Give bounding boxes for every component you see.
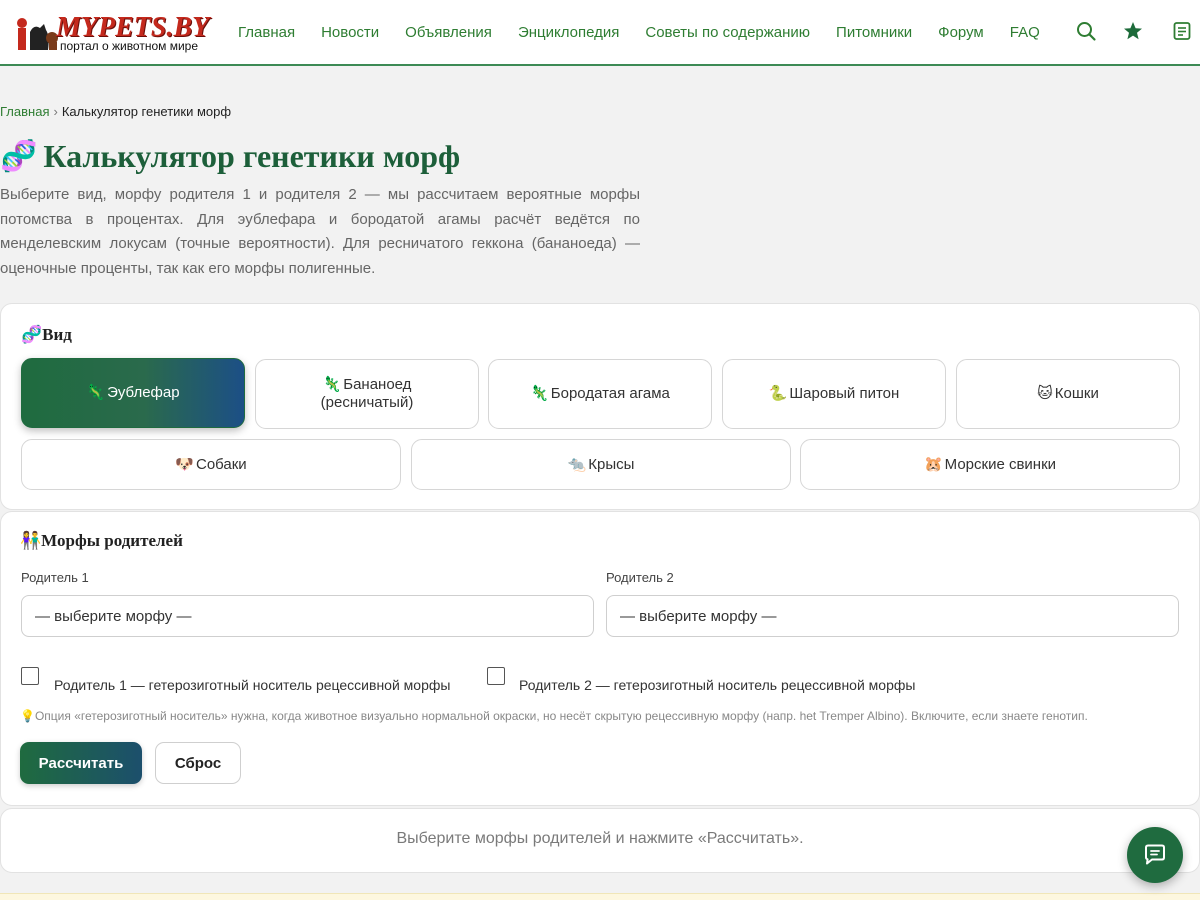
species-card: 🧬Вид 🦎 Эублефар 🦎 Бананоед (ресничатый) 🦎 Б…: [0, 303, 1200, 510]
main-nav: Главная Новости Объявления Энциклопедия …: [238, 0, 1066, 64]
species-option-label: Крысы: [588, 455, 635, 473]
dog-icon: 🐶: [175, 455, 194, 473]
species-option-dogs[interactable]: 🐶 Собаки: [21, 439, 401, 490]
logo-tagline: портал о животном мире: [60, 39, 199, 53]
site-logo[interactable]: MYPETS.BY портал о животном мире: [16, 12, 216, 56]
species-option-guinea-pigs[interactable]: 🐹 Морские свинки: [800, 439, 1180, 490]
species-option-label: Шаровый питон: [789, 385, 900, 402]
species-option-ball-python[interactable]: 🐍 Шаровый питон: [722, 359, 946, 429]
logo-pets-icon: [17, 18, 58, 50]
site-header: MYPETS.BY портал о животном мире Главная…: [0, 0, 1200, 66]
search-icon[interactable]: [1075, 20, 1097, 42]
notice-strip: [0, 893, 1200, 900]
dna-icon: 🧬: [21, 325, 43, 344]
page-title: 🧬 Калькулятор генетики морф: [0, 134, 460, 178]
nav-item-kennels[interactable]: Питомники: [836, 24, 912, 41]
species-option-cats[interactable]: 🐱 Кошки: [956, 359, 1180, 429]
nav-item-home[interactable]: Главная: [238, 24, 295, 41]
species-option-eublepharis[interactable]: 🦎 Эублефар: [21, 358, 245, 428]
lizard-icon: 🦎: [530, 385, 549, 402]
dna-icon: 🧬: [0, 139, 38, 173]
lightbulb-icon: 💡: [20, 709, 35, 723]
chat-button[interactable]: [1127, 827, 1183, 883]
lizard-icon: 🦎: [86, 384, 106, 401]
snake-icon: 🐍: [768, 385, 788, 402]
species-option-bearded-dragon[interactable]: 🦎 Бородатая агама: [488, 359, 712, 429]
nav-item-ads[interactable]: Объявления: [405, 24, 492, 41]
rat-icon: 🐀: [567, 455, 587, 473]
calculate-button[interactable]: Рассчитать: [20, 742, 142, 784]
het-hint-text: Опция «гетерозиготный носитель» нужна, к…: [34, 709, 1088, 723]
nav-item-faq[interactable]: FAQ: [1010, 24, 1040, 41]
cat-icon: 🐱: [1037, 385, 1053, 402]
species-option-label: Собаки: [195, 455, 247, 473]
species-title-text: Вид: [42, 325, 72, 344]
chat-icon: [1145, 844, 1165, 865]
breadcrumb: Главная › Калькулятор генетики морф: [0, 104, 231, 119]
species-option-rats[interactable]: 🐀 Крысы: [411, 439, 791, 490]
couple-icon: 👫: [20, 531, 42, 550]
star-icon[interactable]: [1122, 20, 1144, 42]
parent2-het-checkbox[interactable]: [487, 667, 505, 685]
parent1-het-checkbox[interactable]: [21, 667, 39, 685]
parents-title-text: Морфы родителей: [41, 531, 183, 550]
breadcrumb-home-link[interactable]: Главная: [0, 104, 49, 119]
notes-icon[interactable]: [1171, 20, 1193, 42]
nav-item-news[interactable]: Новости: [321, 24, 379, 41]
species-option-label: Морские свинки: [944, 455, 1057, 473]
nav-item-encyclopedia[interactable]: Энциклопедия: [518, 24, 619, 41]
parent1-label: Родитель 1: [21, 570, 89, 585]
lizard-icon: 🦎: [322, 376, 342, 393]
species-option-label: Бородатая агама: [550, 385, 670, 402]
reset-button[interactable]: Сброс: [155, 742, 241, 784]
species-option-label: Кошки: [1054, 385, 1099, 402]
nav-item-forum[interactable]: Форум: [938, 24, 984, 41]
parents-section-title: 👫Морфы родителей: [20, 531, 183, 551]
species-option-label: Эублефар: [107, 384, 180, 401]
page-title-text: Калькулятор генетики морф: [43, 137, 461, 174]
parent1-morph-select[interactable]: — выберите морфу —: [21, 595, 594, 637]
result-placeholder: Выберите морфы родителей и нажмите «Расс…: [396, 830, 804, 847]
het-hint: 💡Опция «гетерозиготный носитель» нужна, …: [20, 709, 1088, 723]
species-section-title: 🧬Вид: [21, 325, 72, 345]
breadcrumb-separator: ›: [53, 104, 58, 119]
page-intro: Выберите вид, морфу родителя 1 и родител…: [0, 186, 640, 277]
hamster-icon: 🐹: [923, 455, 943, 473]
species-option-crested-gecko[interactable]: 🦎 Бананоед (ресничатый): [255, 359, 479, 429]
parent2-het-label[interactable]: Родитель 2 — гетерозиготный носитель рец…: [519, 677, 915, 693]
parent1-het-label[interactable]: Родитель 1 — гетерозиготный носитель рец…: [54, 677, 450, 693]
parent2-label: Родитель 2: [606, 570, 674, 585]
breadcrumb-current: Калькулятор генетики морф: [61, 104, 232, 119]
parent2-morph-select[interactable]: — выберите морфу —: [606, 595, 1179, 637]
nav-item-care-tips[interactable]: Советы по содержанию: [645, 24, 810, 41]
